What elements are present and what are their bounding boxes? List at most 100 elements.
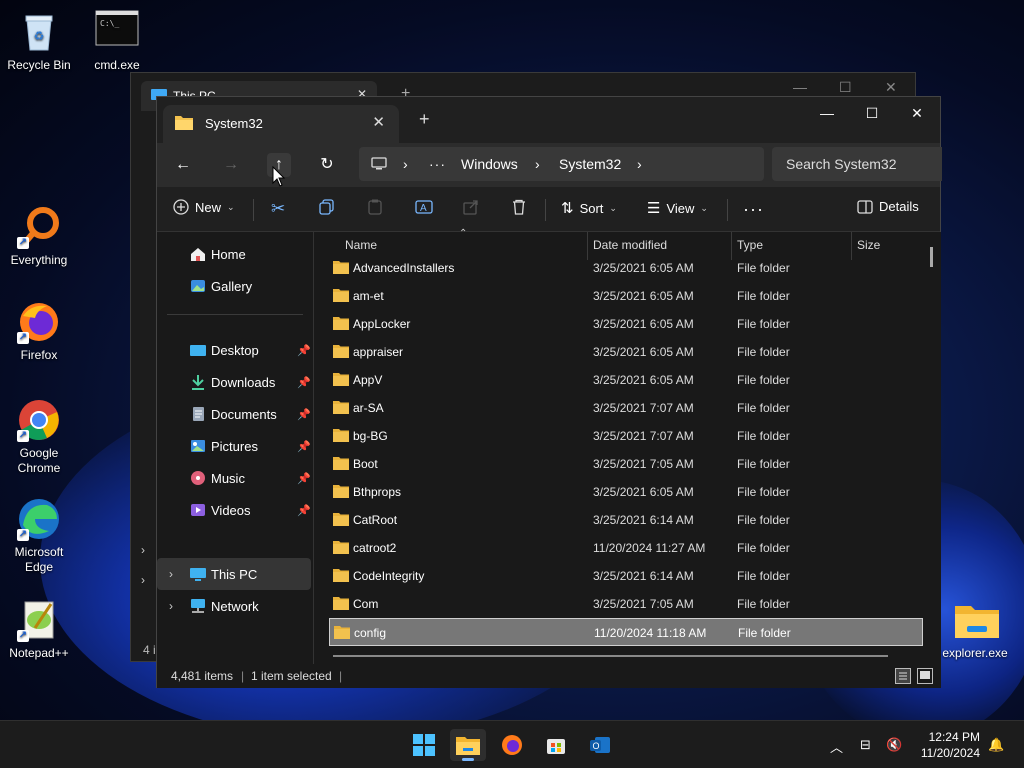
details-view-icon[interactable] bbox=[895, 668, 911, 684]
file-row[interactable]: AppLocker 3/25/2021 6:05 AM File folder bbox=[329, 310, 923, 338]
sort-label: Sort bbox=[579, 200, 604, 216]
delete-button[interactable] bbox=[511, 199, 527, 215]
file-row[interactable]: config 11/20/2024 11:18 AM File folder bbox=[329, 618, 923, 646]
file-row[interactable]: CodeIntegrity 3/25/2021 6:14 AM File folde… bbox=[329, 562, 923, 590]
column-header-size[interactable]: Size bbox=[857, 238, 880, 252]
new-button[interactable]: New ⌄ bbox=[173, 199, 235, 215]
pin-icon[interactable]: 📌 bbox=[297, 408, 311, 421]
desktop-icon-everything[interactable]: ↗ Everything bbox=[1, 205, 77, 267]
nav-item-downloads[interactable]: Downloads 📌 bbox=[157, 366, 311, 398]
close-icon[interactable]: ✕ bbox=[885, 79, 897, 96]
file-row[interactable]: AppV 3/25/2021 6:05 AM File folder bbox=[329, 366, 923, 394]
more-ellipsis-icon[interactable]: ··· bbox=[429, 156, 446, 172]
file-row[interactable]: Com 3/25/2021 7:05 AM File folder bbox=[329, 590, 923, 618]
nav-item-videos[interactable]: Videos 📌 bbox=[157, 494, 311, 526]
horizontal-scrollbar[interactable] bbox=[333, 655, 888, 657]
chevron-right-icon[interactable]: › bbox=[169, 567, 173, 581]
file-row[interactable]: catroot2 11/20/2024 11:27 AM File folder bbox=[329, 534, 923, 562]
refresh-icon[interactable]: ↻ bbox=[315, 153, 339, 177]
nav-item-network[interactable]: › Network bbox=[157, 590, 311, 622]
nav-item-documents[interactable]: Documents 📌 bbox=[157, 398, 311, 430]
address-bar[interactable]: › ··· Windows › System32 › bbox=[359, 147, 764, 181]
column-header-name[interactable]: Name bbox=[345, 238, 377, 252]
back-arrow-icon[interactable]: ← bbox=[171, 153, 195, 177]
file-row[interactable]: bg-BG 3/25/2021 7:07 AM File folder bbox=[329, 422, 923, 450]
nav-item-this-pc[interactable]: › This PC bbox=[157, 558, 311, 590]
chevron-up-icon[interactable]: ︿ bbox=[830, 737, 843, 756]
chevron-right-icon[interactable]: › bbox=[141, 543, 145, 557]
nav-item-desktop[interactable]: Desktop 📌 bbox=[157, 334, 311, 366]
taskbar-outlook[interactable]: O bbox=[582, 729, 618, 761]
desktop-icon-explorer[interactable]: explorer.exe bbox=[937, 598, 1013, 660]
view-button[interactable]: ☰ View ⌄ bbox=[647, 199, 708, 217]
maximize-icon[interactable]: ☐ bbox=[857, 105, 887, 122]
mouse-cursor-icon bbox=[272, 166, 286, 187]
file-row[interactable]: AdvancedInstallers 3/25/2021 6:05 AM File … bbox=[329, 254, 923, 282]
desktop-icon-notepadpp[interactable]: ↗ Notepad++ bbox=[1, 598, 77, 660]
rename-button[interactable]: A bbox=[415, 199, 433, 215]
share-button[interactable] bbox=[463, 199, 479, 215]
monitor-icon bbox=[190, 566, 206, 582]
desktop-icon-chrome[interactable]: ↗ Google Chrome bbox=[1, 398, 77, 476]
search-input[interactable]: Search System32 bbox=[772, 147, 942, 181]
taskbar-firefox[interactable] bbox=[494, 729, 530, 761]
nav-item-home[interactable]: Home bbox=[157, 238, 311, 270]
start-button[interactable] bbox=[406, 729, 442, 761]
file-row[interactable]: am-et 3/25/2021 6:05 AM File folder bbox=[329, 282, 923, 310]
chrome-icon: ↗ bbox=[17, 398, 61, 442]
volume-muted-icon[interactable]: 🔇 bbox=[886, 737, 902, 753]
desktop-icon-edge[interactable]: ↗ Microsoft Edge bbox=[1, 497, 77, 575]
large-icons-view-icon[interactable] bbox=[917, 668, 933, 684]
sort-ascending-icon: ⌃ bbox=[459, 228, 468, 239]
file-row[interactable]: ar-SA 3/25/2021 7:07 AM File folder bbox=[329, 394, 923, 422]
desktop-icon-recycle-bin[interactable]: ♻ Recycle Bin bbox=[1, 10, 77, 72]
maximize-icon[interactable]: ☐ bbox=[839, 79, 852, 96]
folder-icon bbox=[333, 373, 349, 386]
file-row[interactable]: appraiser 3/25/2021 6:05 AM File folder bbox=[329, 338, 923, 366]
pin-icon[interactable]: 📌 bbox=[297, 504, 311, 517]
pin-icon[interactable]: 📌 bbox=[297, 344, 311, 357]
taskbar-file-explorer[interactable] bbox=[450, 729, 486, 761]
breadcrumb-item[interactable]: Windows bbox=[461, 156, 518, 172]
minimize-icon[interactable]: — bbox=[793, 79, 807, 95]
file-row[interactable]: Boot 3/25/2021 7:05 AM File folder bbox=[329, 450, 923, 478]
desktop-icon-firefox[interactable]: ↗ Firefox bbox=[1, 300, 77, 362]
chevron-right-icon[interactable]: › bbox=[169, 599, 173, 613]
chevron-right-icon[interactable]: › bbox=[637, 156, 642, 172]
minimize-icon[interactable]: — bbox=[812, 105, 842, 121]
desktop-icon-cmd[interactable]: C:\_ cmd.exe bbox=[79, 10, 155, 72]
close-tab-icon[interactable]: ✕ bbox=[372, 113, 385, 131]
vertical-scrollbar[interactable] bbox=[930, 247, 933, 267]
file-row[interactable]: Bthprops 3/25/2021 6:05 AM File folder bbox=[329, 478, 923, 506]
file-row[interactable]: CatRoot 3/25/2021 6:14 AM File folder bbox=[329, 506, 923, 534]
chevron-right-icon[interactable]: › bbox=[141, 573, 145, 587]
nav-item-pictures[interactable]: Pictures 📌 bbox=[157, 430, 311, 462]
taskbar-store[interactable] bbox=[538, 729, 574, 761]
tab-system32[interactable]: System32 ✕ bbox=[163, 105, 399, 143]
clock[interactable]: 12:24 PM 11/20/2024 bbox=[914, 729, 980, 761]
pin-icon[interactable]: 📌 bbox=[297, 376, 311, 389]
ethernet-icon[interactable]: ⊟ bbox=[860, 737, 871, 753]
paste-button[interactable] bbox=[367, 199, 383, 215]
breadcrumb-item[interactable]: System32 bbox=[559, 156, 621, 172]
nav-item-gallery[interactable]: Gallery bbox=[157, 270, 311, 302]
column-header-type[interactable]: Type bbox=[737, 238, 763, 252]
mail-icon: O bbox=[590, 737, 610, 753]
cut-button[interactable]: ✂ bbox=[271, 199, 285, 219]
column-header-date[interactable]: Date modified bbox=[593, 238, 667, 252]
close-window-icon[interactable]: ✕ bbox=[902, 105, 932, 122]
pin-icon[interactable]: 📌 bbox=[297, 472, 311, 485]
title-bar[interactable]: System32 ✕ + — ☐ ✕ bbox=[157, 97, 940, 143]
details-button[interactable]: Details bbox=[857, 199, 919, 214]
chevron-right-icon[interactable]: › bbox=[403, 156, 408, 172]
forward-arrow-icon[interactable]: → bbox=[219, 153, 243, 177]
pin-icon[interactable]: 📌 bbox=[297, 440, 311, 453]
copy-button[interactable] bbox=[319, 199, 335, 215]
sort-button[interactable]: ⇅ Sort ⌄ bbox=[561, 199, 617, 217]
desktop-icon-label: Firefox bbox=[20, 348, 58, 362]
notification-bell-icon[interactable]: 🔔 bbox=[988, 737, 1004, 753]
new-tab-button[interactable]: + bbox=[419, 109, 430, 130]
chevron-right-icon[interactable]: › bbox=[535, 156, 540, 172]
see-more-button[interactable]: ··· bbox=[743, 199, 764, 220]
nav-item-music[interactable]: Music 📌 bbox=[157, 462, 311, 494]
